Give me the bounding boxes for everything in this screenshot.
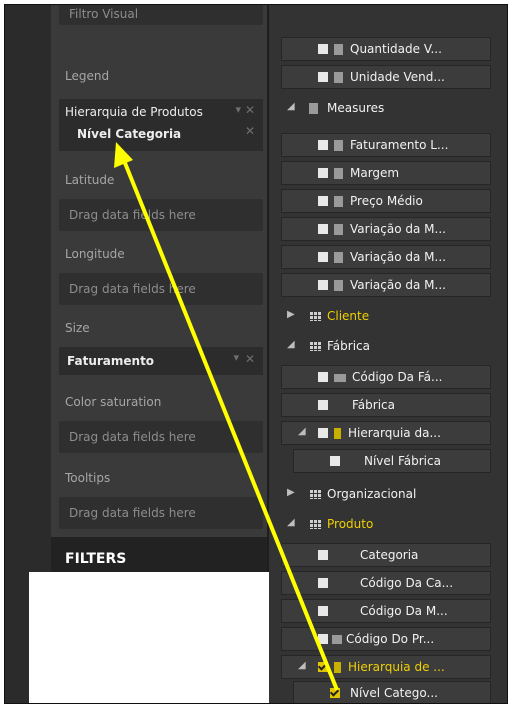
annotation-arrow (114, 142, 339, 691)
arrow-line (121, 157, 339, 691)
